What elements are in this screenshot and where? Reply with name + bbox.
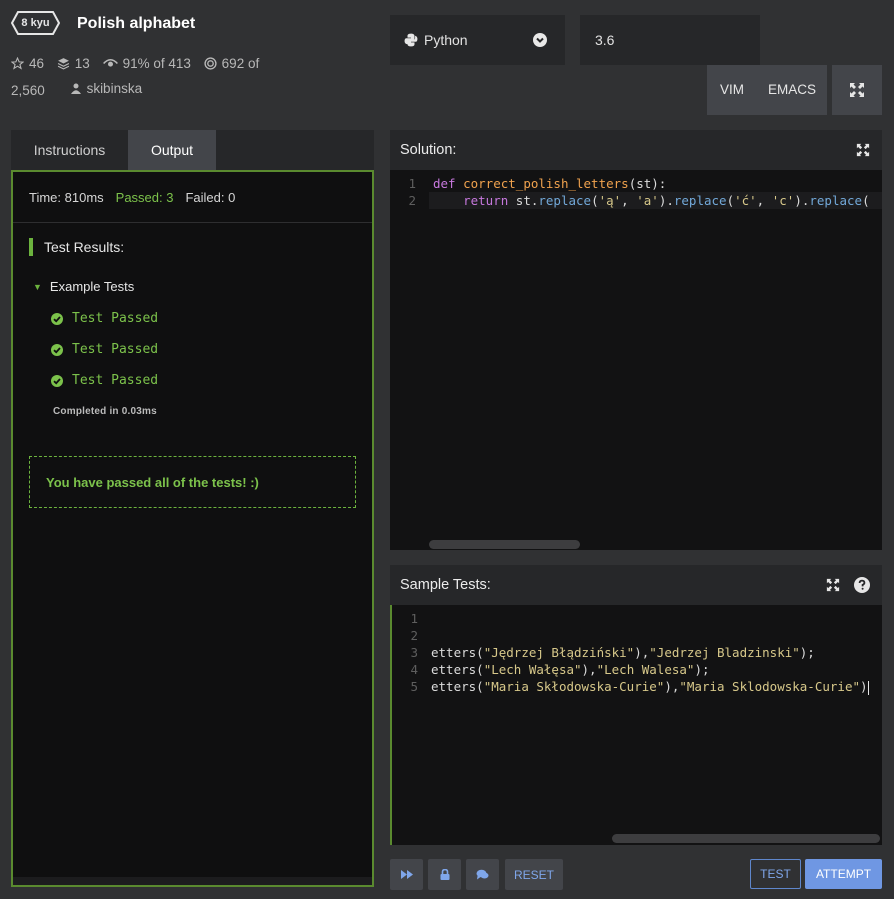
stars-stat[interactable]: 46 <box>11 52 44 75</box>
sample-tests-editor[interactable]: 1 2 3 4 5 etters("Jędrzej Błądziński"),"… <box>390 605 882 845</box>
solution-header: Solution: <box>390 130 882 170</box>
collections-stat[interactable]: 13 <box>57 52 90 75</box>
test-result: Test Passed <box>51 311 158 326</box>
python-icon <box>404 33 418 47</box>
unlock-solutions-button[interactable] <box>428 859 461 890</box>
test-result-label: Test Passed <box>72 373 159 388</box>
example-tests-toggle[interactable]: ▼ Example Tests <box>33 279 134 294</box>
line-number: 1 <box>410 611 418 626</box>
discuss-button[interactable] <box>466 859 499 890</box>
completed-time: Completed in 0.03ms <box>53 406 157 417</box>
code-line-3: etters("Jędrzej Błądziński"),"Jedrzej Bl… <box>431 645 815 660</box>
lock-icon <box>440 869 449 880</box>
check-circle-icon <box>51 312 63 325</box>
code-line-4: etters("Lech Wałęsa"),"Lech Walesa"); <box>431 662 710 677</box>
solution-title: Solution: <box>400 142 457 158</box>
line-number: 2 <box>410 628 418 643</box>
chat-icon <box>476 869 489 880</box>
test-result-label: Test Passed <box>72 311 159 326</box>
completions-value: 692 of <box>221 56 260 71</box>
check-circle-icon <box>51 343 63 356</box>
failed-count: Failed: 0 <box>185 189 236 205</box>
star-icon <box>11 57 24 70</box>
vim-button[interactable]: VIM <box>707 65 757 115</box>
example-tests-label: Example Tests <box>49 279 135 294</box>
expand-icon <box>850 83 864 97</box>
layers-icon <box>57 58 69 70</box>
rank-badge: 8 kyu <box>11 11 60 35</box>
completions-total: 2,560 <box>11 83 45 98</box>
target-icon <box>204 57 217 70</box>
user-icon <box>70 83 81 94</box>
language-select[interactable]: Python <box>390 15 565 65</box>
passed-message: You have passed all of the tests! :) <box>29 456 356 508</box>
version-select[interactable]: 3.6 <box>580 15 760 65</box>
results-heading: Test Results: <box>29 238 124 256</box>
caret-down-icon: ▼ <box>33 281 42 292</box>
run-time: Time: 810ms <box>29 189 104 205</box>
kata-stats: 46 13 91% of 413 692 of 2,560 skibinska <box>11 52 281 102</box>
expand-icon[interactable] <box>856 143 870 157</box>
eye-icon <box>102 58 118 67</box>
sample-tests-scrollbar[interactable] <box>612 834 880 843</box>
satisfaction-stat: 91% of 413 <box>102 52 191 75</box>
chevron-down-icon <box>533 33 547 47</box>
collections-count: 13 <box>74 56 90 71</box>
tab-output[interactable]: Output <box>128 130 216 170</box>
left-tabs: Instructions Output <box>11 130 374 170</box>
code-line-1: def correct_polish_letters(st): <box>433 176 667 191</box>
line-number: 5 <box>410 679 418 694</box>
language-value: Python <box>424 32 468 48</box>
line-number: 2 <box>408 193 416 208</box>
test-result-label: Test Passed <box>72 342 159 357</box>
solution-editor[interactable]: 1 2 def correct_polish_letters(st): retu… <box>390 170 882 550</box>
test-result: Test Passed <box>51 373 158 388</box>
line-number: 3 <box>410 645 418 660</box>
output-scrollbar[interactable] <box>13 877 372 885</box>
check-circle-icon <box>51 374 63 387</box>
attempt-button[interactable]: ATTEMPT <box>805 859 882 889</box>
sample-tests-title: Sample Tests: <box>400 577 491 593</box>
code-line-5: etters("Maria Skłodowska-Curie"),"Maria … <box>431 679 869 695</box>
fast-forward-icon <box>400 870 413 879</box>
reset-button[interactable]: RESET <box>505 859 563 890</box>
author-link[interactable]: skibinska <box>70 77 143 100</box>
line-number: 4 <box>410 662 418 677</box>
skip-button[interactable] <box>390 859 423 890</box>
solution-scrollbar[interactable] <box>429 540 580 549</box>
editor-mode-group: VIM EMACS <box>707 65 827 115</box>
rank-label: 8 kyu <box>21 17 50 29</box>
kata-title: Polish alphabet <box>77 15 196 32</box>
sample-tests-header: Sample Tests: <box>390 565 882 605</box>
passed-count: Passed: 3 <box>115 189 174 205</box>
test-summary: Time: 810ms Passed: 3 Failed: 0 <box>13 172 372 223</box>
tab-instructions[interactable]: Instructions <box>11 130 128 170</box>
fullscreen-button[interactable] <box>832 65 882 115</box>
expand-icon[interactable] <box>826 578 840 592</box>
code-line-2: return st.replace('ą', 'a').replace('ć',… <box>463 193 870 208</box>
satisfaction-value: 91% of 413 <box>122 56 191 71</box>
version-value: 3.6 <box>595 32 615 48</box>
test-result: Test Passed <box>51 342 158 357</box>
output-panel: Time: 810ms Passed: 3 Failed: 0 Test Res… <box>11 170 374 887</box>
stars-count: 46 <box>29 56 45 71</box>
emacs-button[interactable]: EMACS <box>757 65 827 115</box>
completions-stat: 692 of <box>204 52 260 75</box>
author-name: skibinska <box>86 81 143 96</box>
help-icon[interactable] <box>854 577 870 593</box>
line-number: 1 <box>408 176 416 191</box>
text-cursor <box>867 680 869 695</box>
test-button[interactable]: TEST <box>750 859 801 889</box>
